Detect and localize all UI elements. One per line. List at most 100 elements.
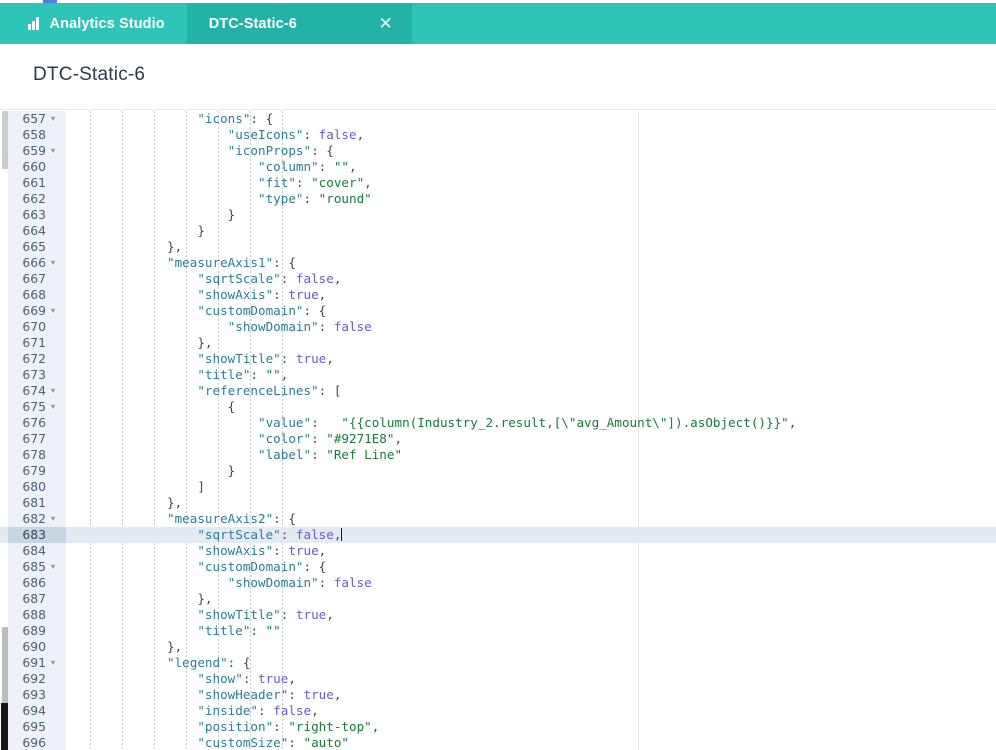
code-line[interactable]: 665 }, <box>0 239 996 255</box>
code-line-text: ] <box>197 479 205 494</box>
code-line[interactable]: 679 } <box>0 463 996 479</box>
code-line[interactable]: 695 "position": "right-top", <box>0 719 996 735</box>
code-line[interactable]: 667 "sqrtScale": false, <box>0 271 996 287</box>
code-line-text: "fit": "cover", <box>257 175 372 190</box>
code-line-text: } <box>197 223 205 238</box>
code-line-text: "type": "round" <box>257 191 372 206</box>
code-line-text: "customSize": "auto" <box>197 735 349 750</box>
code-line[interactable]: 691 ▾ "legend": { <box>0 655 996 671</box>
line-number: 658 <box>8 127 66 143</box>
code-line[interactable]: 657 ▾ "icons": { <box>0 111 996 127</box>
code-lines-container[interactable]: 657 ▾ "icons": {658 "useIcons": false, 659… <box>0 111 996 750</box>
line-number: 687 <box>8 591 66 607</box>
code-line-text: "showAxis": true, <box>197 543 327 558</box>
code-line-text: "measureAxis2": { <box>167 511 296 526</box>
code-line[interactable]: 687 }, <box>0 591 996 607</box>
code-line[interactable]: 682 ▾ "measureAxis2": { <box>0 511 996 527</box>
code-line-text: "label": "Ref Line" <box>257 447 403 462</box>
code-line-text: }, <box>167 495 183 510</box>
code-line[interactable]: 676 "value": "{{column(Industry_2.result… <box>0 415 996 431</box>
code-line[interactable]: 663 } <box>0 207 996 223</box>
code-line[interactable]: 674 ▾ "referenceLines": [ <box>0 383 996 399</box>
line-number: 667 <box>8 271 66 287</box>
code-line-text: "referenceLines": [ <box>197 383 342 398</box>
code-line[interactable]: 693 "showHeader": true, <box>0 687 996 703</box>
code-line[interactable]: 677 "color": "#9271E8", <box>0 431 996 447</box>
page-header: DTC-Static-6 <box>0 44 996 110</box>
fold-toggle-icon[interactable]: ▾ <box>47 383 59 399</box>
code-line-text: "color": "#9271E8", <box>257 431 403 446</box>
code-line-text: "legend": { <box>167 655 251 670</box>
code-line[interactable]: 680 ] <box>0 479 996 495</box>
fold-toggle-icon[interactable]: ▾ <box>47 399 59 415</box>
tab-dtc-static-6[interactable]: DTC-Static-6 ✕ <box>186 3 412 44</box>
code-line-text: "customDomain": { <box>197 303 327 318</box>
text-cursor <box>341 528 343 541</box>
line-number: 676 <box>8 415 66 431</box>
fold-toggle-icon[interactable]: ▾ <box>47 511 59 527</box>
line-number: 670 <box>8 319 66 335</box>
code-line-text: "sqrtScale": false, <box>197 527 343 542</box>
line-number: 678 <box>8 447 66 463</box>
code-line-text: "title": "", <box>197 367 289 382</box>
code-line-active[interactable]: 683 "sqrtScale": false, <box>0 527 996 543</box>
fold-toggle-icon[interactable]: ▾ <box>47 303 59 319</box>
code-line-text: }, <box>197 335 213 350</box>
line-number: 688 <box>8 607 66 623</box>
code-line[interactable]: 690 }, <box>0 639 996 655</box>
fold-toggle-icon[interactable]: ▾ <box>47 255 59 271</box>
code-line[interactable]: 673 "title": "", <box>0 367 996 383</box>
code-line[interactable]: 688 "showTitle": true, <box>0 607 996 623</box>
code-line-text: "column": "", <box>257 159 357 174</box>
line-number: 683 <box>8 527 66 543</box>
close-icon[interactable]: ✕ <box>360 14 412 34</box>
tab-analytics-studio-label: Analytics Studio <box>49 15 165 32</box>
code-line-text: }, <box>197 591 213 606</box>
line-number: 686 <box>8 575 66 591</box>
code-line[interactable]: 664 } <box>0 223 996 239</box>
line-number: 663 <box>8 207 66 223</box>
fold-toggle-icon[interactable]: ▾ <box>47 111 59 127</box>
code-line-text: "useIcons": false, <box>227 127 365 142</box>
fold-toggle-icon[interactable]: ▾ <box>47 559 59 575</box>
code-line[interactable]: 678 "label": "Ref Line" <box>0 447 996 463</box>
code-line-text: "showTitle": true, <box>197 351 334 366</box>
code-line[interactable]: 671 }, <box>0 335 996 351</box>
line-number: 677 <box>8 431 66 447</box>
code-line[interactable]: 681 }, <box>0 495 996 511</box>
code-line-text: }, <box>167 639 183 654</box>
code-line[interactable]: 666 ▾ "measureAxis1": { <box>0 255 996 271</box>
code-line[interactable]: 661 "fit": "cover", <box>0 175 996 191</box>
code-line[interactable]: 675 ▾ { <box>0 399 996 415</box>
line-number: 690 <box>8 639 66 655</box>
line-number: 671 <box>8 335 66 351</box>
code-line[interactable]: 669 ▾ "customDomain": { <box>0 303 996 319</box>
line-number: 681 <box>8 495 66 511</box>
code-line[interactable]: 686 "showDomain": false <box>0 575 996 591</box>
fold-toggle-icon[interactable]: ▾ <box>47 655 59 671</box>
code-line[interactable]: 694 "inside": false, <box>0 703 996 719</box>
code-line[interactable]: 692 "show": true, <box>0 671 996 687</box>
line-number: 684 <box>8 543 66 559</box>
code-line[interactable]: 685 ▾ "customDomain": { <box>0 559 996 575</box>
code-line[interactable]: 684 "showAxis": true, <box>0 543 996 559</box>
code-line-text: "sqrtScale": false, <box>197 271 342 286</box>
code-line[interactable]: 658 "useIcons": false, <box>0 127 996 143</box>
code-line[interactable]: 668 "showAxis": true, <box>0 287 996 303</box>
code-line-text: "measureAxis1": { <box>167 255 296 270</box>
tab-dtc-static-6-label: DTC-Static-6 <box>208 15 297 32</box>
code-line[interactable]: 672 "showTitle": true, <box>0 351 996 367</box>
code-line[interactable]: 660 "column": "", <box>0 159 996 175</box>
code-line[interactable]: 659 ▾ "iconProps": { <box>0 143 996 159</box>
code-line[interactable]: 696 "customSize": "auto" <box>0 735 996 750</box>
fold-toggle-icon[interactable]: ▾ <box>47 143 59 159</box>
tab-bar: Analytics Studio DTC-Static-6 ✕ <box>0 3 996 44</box>
json-code-editor[interactable]: 657 ▾ "icons": {658 "useIcons": false, 659… <box>0 111 996 750</box>
code-line[interactable]: 670 "showDomain": false <box>0 319 996 335</box>
code-line-text: "inside": false, <box>197 703 319 718</box>
code-line[interactable]: 662 "type": "round" <box>0 191 996 207</box>
tab-analytics-studio[interactable]: Analytics Studio <box>0 3 187 44</box>
code-line-text: "showDomain": false <box>227 319 372 334</box>
line-number: 668 <box>8 287 66 303</box>
code-line[interactable]: 689 "title": "" <box>0 623 996 639</box>
